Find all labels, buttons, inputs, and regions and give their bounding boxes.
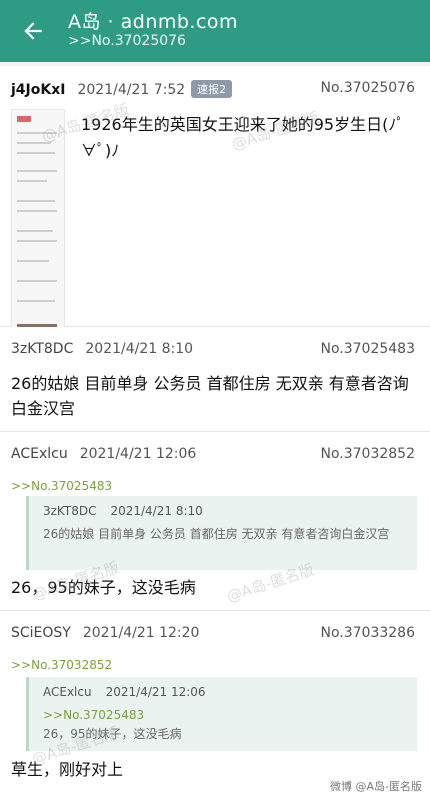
- post-time: 2021/4/21 12:20: [82, 625, 200, 641]
- quote-user-id: ACExlcu: [43, 685, 92, 699]
- thumb-logo: [17, 116, 31, 122]
- post-number[interactable]: No.37033286: [321, 625, 416, 641]
- thumb-line: [17, 210, 57, 212]
- quote-meta: 3zKT8DC 2021/4/21 8:10: [43, 504, 203, 518]
- user-id: SCiEOSY: [11, 625, 71, 641]
- post-meta: SCiEOSY 2021/4/21 12:20: [11, 625, 199, 641]
- post-meta: ACExlcu 2021/4/21 12:06: [11, 446, 196, 462]
- back-arrow-icon[interactable]: [20, 18, 46, 44]
- reply-post[interactable]: ACExlcu 2021/4/21 12:06 No.37032852 >>No.…: [0, 432, 430, 611]
- reply-post[interactable]: 3zKT8DC 2021/4/21 8:10 No.37025483 26的姑娘 …: [0, 327, 430, 432]
- reply-reference-link[interactable]: >>No.37025483: [11, 479, 112, 493]
- quoted-post[interactable]: ACExlcu 2021/4/21 12:06 >>No.37025483 26，…: [26, 677, 417, 751]
- quote-content: 26的姑娘 目前单身 公务员 首都住房 无双亲 有意者咨询白金汉宫: [43, 527, 390, 541]
- post-content: 26的姑娘 目前单身 公务员 首都住房 无双亲 有意者咨询白金汉宫: [11, 374, 409, 418]
- thumb-line: [17, 152, 55, 154]
- post-number[interactable]: No.37025483: [321, 341, 416, 357]
- user-id: ACExlcu: [11, 446, 68, 462]
- quote-user-id: 3zKT8DC: [43, 504, 97, 518]
- quote-meta: ACExlcu 2021/4/21 12:06: [43, 685, 206, 699]
- reply-reference-link[interactable]: >>No.37032852: [11, 658, 112, 672]
- quote-content: 26，95的妹子，这没毛病: [43, 727, 182, 741]
- post-meta: j4JoKxI 2021/4/21 7:52 速报2: [11, 80, 233, 98]
- thumb-line: [17, 230, 53, 232]
- post-time: 2021/4/21 7:52: [77, 82, 186, 98]
- op-post[interactable]: j4JoKxI 2021/4/21 7:52 速报2 No.37025076 192…: [0, 66, 430, 379]
- thumb-line: [17, 132, 57, 134]
- quote-reference-link[interactable]: >>No.37025483: [43, 708, 144, 722]
- post-meta: 3zKT8DC 2021/4/21 8:10: [11, 341, 193, 357]
- post-time: 2021/4/21 8:10: [85, 341, 194, 357]
- post-content: 1926年生的英国女王迎来了她的95岁生日(ﾉﾟ∀ﾟ)ﾉ: [81, 115, 405, 160]
- post-content: 草生，刚好对上: [11, 760, 124, 779]
- thumb-line: [17, 300, 55, 302]
- thumb-line: [17, 142, 51, 144]
- quoted-post[interactable]: 3zKT8DC 2021/4/21 8:10 26的姑娘 目前单身 公务员 首都住…: [26, 496, 417, 570]
- quote-time: 2021/4/21 8:10: [110, 504, 203, 518]
- thumb-line: [17, 240, 57, 242]
- status-badge: 速报2: [191, 80, 233, 98]
- thumb-line: [17, 170, 57, 172]
- reply-post[interactable]: SCiEOSY 2021/4/21 12:20 No.37033286 >>No.…: [0, 611, 430, 800]
- footer-watermark: 微博 @A岛-匿名版: [330, 780, 422, 793]
- post-number[interactable]: No.37025076: [321, 80, 416, 96]
- user-id: j4JoKxI: [11, 82, 66, 98]
- thumb-line: [17, 200, 55, 202]
- thumb-line: [17, 260, 49, 262]
- user-id: 3zKT8DC: [11, 341, 74, 357]
- post-number[interactable]: No.37032852: [321, 446, 416, 462]
- thumb-line: [17, 280, 57, 282]
- post-content: 26，95的妹子，这没毛病: [11, 578, 196, 597]
- thread-number: >>No.37025076: [68, 33, 186, 49]
- app-bar: A岛 · adnmb.com >>No.37025076: [0, 0, 430, 62]
- quote-time: 2021/4/21 12:06: [105, 685, 206, 699]
- post-time: 2021/4/21 12:06: [79, 446, 197, 462]
- thumb-line: [17, 180, 47, 182]
- app-title: A岛 · adnmb.com: [68, 11, 239, 33]
